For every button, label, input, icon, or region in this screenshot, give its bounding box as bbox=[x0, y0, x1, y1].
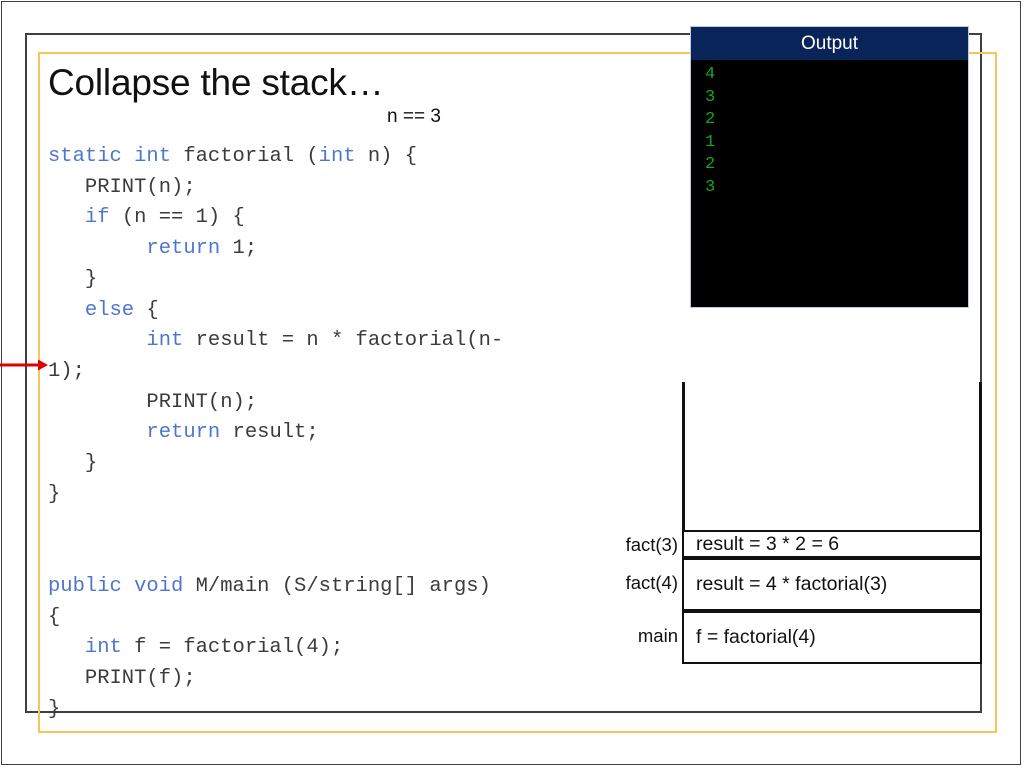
code-text: 1); bbox=[48, 359, 85, 383]
code-text: factorial ( bbox=[183, 145, 319, 168]
stack-frame-label: fact(3) bbox=[625, 534, 678, 555]
output-console-body: 432123 bbox=[691, 60, 968, 200]
code-line: int result = n * factorial(n- bbox=[48, 326, 648, 357]
stack-frame-text: result = 3 * 2 = 6 bbox=[696, 532, 840, 555]
code-line: } bbox=[48, 265, 648, 296]
code-text: { bbox=[134, 298, 159, 322]
code-text: } bbox=[48, 452, 98, 476]
code-text: PRINT(n); bbox=[48, 390, 258, 414]
page-title: Collapse the stack… bbox=[48, 62, 384, 103]
code-keyword: int bbox=[84, 636, 122, 660]
code-text: 1; bbox=[220, 237, 258, 261]
stack-empty-space bbox=[682, 382, 982, 530]
code-line: PRINT(n); bbox=[48, 388, 648, 419]
red-right-arrow-icon bbox=[0, 358, 48, 372]
output-console-window: Output 432123 bbox=[690, 26, 969, 308]
console-output-line: 2 bbox=[705, 155, 716, 175]
code-line: } bbox=[48, 449, 648, 480]
code-text: PRINT(f); bbox=[48, 666, 196, 690]
console-output-line: 2 bbox=[705, 110, 716, 130]
code-keyword: int bbox=[318, 145, 356, 168]
stack-frame-text: f = factorial(4) bbox=[696, 626, 816, 648]
stack-frame-label: main bbox=[637, 625, 678, 646]
call-stack-labels: fact(3) fact(4) main bbox=[596, 382, 678, 682]
code-line: else { bbox=[48, 296, 648, 327]
code-text: PRINT(n); bbox=[48, 175, 196, 199]
code-text: } bbox=[48, 482, 61, 506]
code-keyword: if bbox=[84, 206, 110, 230]
code-line: } bbox=[48, 695, 648, 726]
code-line: PRINT(f); bbox=[48, 664, 648, 695]
code-text: f = factorial(4); bbox=[121, 636, 344, 660]
code-text: M/main (S/string[] args) bbox=[183, 574, 491, 598]
stack-frame: f = factorial(4) bbox=[682, 611, 982, 664]
parameter-annotation: n == 3 bbox=[387, 106, 441, 127]
code-line: return result; bbox=[48, 418, 648, 449]
stack-frame: result = 4 * factorial(3) bbox=[682, 558, 982, 611]
code-keyword: return bbox=[146, 237, 221, 261]
code-line: } bbox=[48, 480, 648, 511]
code-line: { bbox=[48, 603, 648, 634]
code-text: result; bbox=[220, 421, 319, 445]
output-console-titlebar: Output bbox=[691, 27, 968, 60]
code-line: static int factorial (int n) { bbox=[48, 142, 648, 173]
stack-frame: result = 3 * 2 = 6 bbox=[682, 530, 982, 558]
code-text: (n == 1) { bbox=[109, 206, 245, 230]
code-keyword: public void bbox=[48, 574, 184, 598]
code-text: result = n * factorial(n- bbox=[183, 329, 504, 353]
stack-frame-label: fact(4) bbox=[625, 572, 678, 593]
code-keyword: int bbox=[146, 329, 184, 353]
code-line: int f = factorial(4); bbox=[48, 633, 648, 664]
console-output-line: 3 bbox=[705, 177, 716, 197]
code-keyword: else bbox=[84, 298, 135, 322]
code-text: n) { bbox=[355, 145, 418, 168]
code-listing: static int factorial (int n) { PRINT(n);… bbox=[48, 142, 648, 725]
code-line: public void M/main (S/string[] args) bbox=[48, 572, 648, 603]
console-output-line: 3 bbox=[705, 87, 716, 107]
code-text: } bbox=[48, 267, 98, 291]
console-output-line: 4 bbox=[705, 65, 716, 84]
code-keyword: static int bbox=[48, 145, 184, 168]
code-text: } bbox=[48, 697, 61, 721]
stack-frame-text: result = 4 * factorial(3) bbox=[696, 573, 888, 595]
code-line: 1); bbox=[48, 357, 648, 388]
code-keyword: return bbox=[146, 421, 221, 445]
code-text: { bbox=[48, 605, 61, 629]
console-output-line: 1 bbox=[705, 132, 716, 152]
code-line: PRINT(n); bbox=[48, 173, 648, 204]
call-stack-diagram: result = 3 * 2 = 6 result = 4 * factoria… bbox=[682, 382, 982, 682]
code-line: return 1; bbox=[48, 234, 648, 265]
code-line: if (n == 1) { bbox=[48, 203, 648, 234]
